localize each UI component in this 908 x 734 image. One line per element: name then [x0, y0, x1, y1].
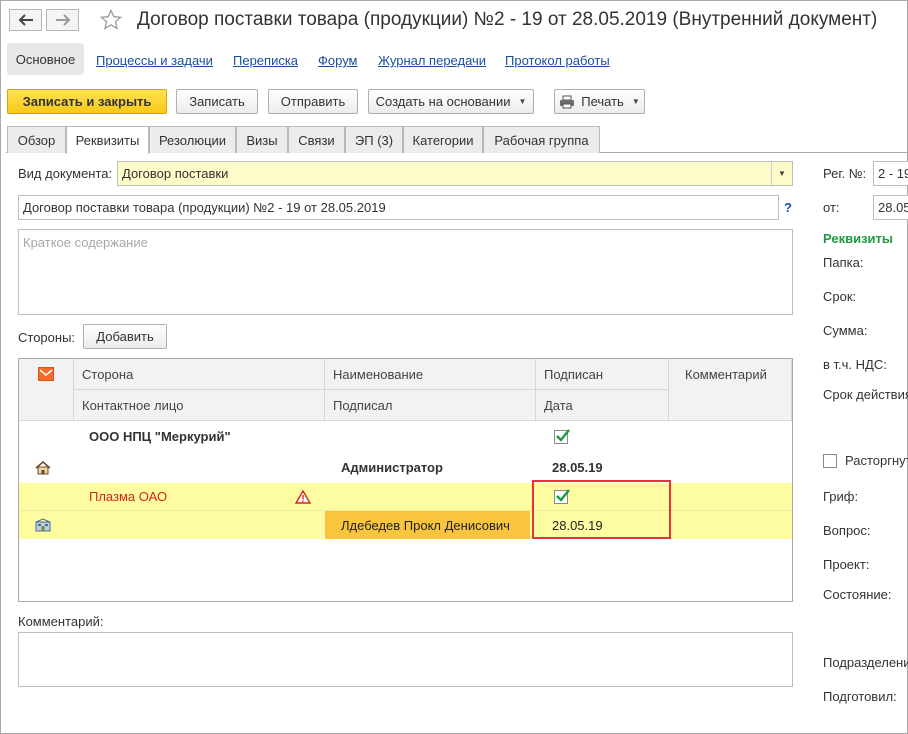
section-correspondence[interactable]: Переписка — [233, 53, 298, 68]
printer-icon — [560, 95, 575, 108]
doc-type-label: Вид документа: — [18, 166, 113, 181]
comment-textarea[interactable] — [18, 632, 793, 687]
project-label: Проект: — [823, 557, 870, 572]
party-name: Плазма ОАО — [89, 489, 168, 504]
reg-date-label: от: — [823, 200, 840, 215]
tab-requisites[interactable]: Реквизиты — [66, 126, 149, 154]
checkmark-icon — [556, 428, 570, 442]
tab-work-group[interactable]: Рабочая группа — [483, 126, 600, 153]
dropdown-arrow-icon: ▼ — [518, 97, 527, 106]
send-button[interactable]: Отправить — [268, 89, 358, 114]
reg-date-field[interactable]: 28.05 — [873, 195, 908, 220]
tab-signatures[interactable]: ЭП (3) — [345, 126, 403, 153]
summary-placeholder: Краткое содержание — [23, 235, 148, 250]
stamp-label: Гриф: — [823, 489, 859, 504]
requisites-group-title: Реквизиты — [823, 231, 893, 246]
section-forum[interactable]: Форум — [318, 53, 358, 68]
table-header-mark[interactable] — [19, 359, 74, 421]
terminated-label: Расторгнут — [845, 453, 908, 468]
summary-textarea[interactable]: Краткое содержание — [18, 229, 793, 315]
mail-check-icon — [38, 367, 54, 381]
tab-links[interactable]: Связи — [288, 126, 345, 153]
signer-name-cell[interactable]: Лдебедев Прокл Денисович — [325, 511, 530, 539]
favorite-star-icon[interactable] — [99, 8, 123, 31]
parties-table: Сторона Наименование Подписан Комментари… — [18, 358, 793, 602]
section-processes[interactable]: Процессы и задачи — [96, 53, 213, 68]
add-party-button[interactable]: Добавить — [83, 324, 167, 349]
question-label: Вопрос: — [823, 523, 871, 538]
back-button[interactable] — [9, 9, 42, 31]
company-building-icon — [27, 511, 51, 539]
department-label: Подразделение — [823, 655, 908, 670]
folder-label: Папка: — [823, 255, 864, 270]
header-signer[interactable]: Подписал — [325, 390, 536, 421]
signed-checkbox[interactable] — [546, 421, 570, 452]
header-contact[interactable]: Контактное лицо — [74, 390, 325, 421]
terminated-checkbox[interactable] — [823, 454, 837, 468]
arrow-right-icon — [55, 14, 70, 26]
vat-label: в т.ч. НДС: — [823, 357, 887, 372]
print-label: Печать — [581, 94, 624, 109]
sign-date: 28.05.19 — [552, 460, 603, 475]
window-title: Договор поставки товара (продукции) №2 -… — [137, 9, 878, 30]
create-based-on-button[interactable]: Создать на основании ▼ — [368, 89, 534, 114]
prepared-by-label: Подготовил: — [823, 689, 897, 704]
header-signed[interactable]: Подписан — [536, 359, 669, 390]
tab-visas[interactable]: Визы — [236, 126, 288, 153]
party-name: ООО НПЦ "Меркурий" — [89, 429, 231, 444]
highlight-frame — [532, 480, 671, 539]
header-party[interactable]: Сторона — [74, 359, 325, 390]
organization-icon — [27, 452, 51, 483]
reg-number-label: Рег. №: — [823, 166, 867, 181]
header-date[interactable]: Дата — [536, 390, 669, 421]
document-title-input[interactable]: Договор поставки товара (продукции) №2 -… — [18, 195, 779, 220]
section-transfer-journal[interactable]: Журнал передачи — [378, 53, 486, 68]
section-work-log[interactable]: Протокол работы — [505, 53, 610, 68]
tab-overview[interactable]: Обзор — [7, 126, 66, 153]
section-main[interactable]: Основное — [7, 43, 84, 75]
sum-label: Сумма: — [823, 323, 868, 338]
parties-label: Стороны: — [18, 330, 76, 345]
print-button[interactable]: Печать ▼ — [554, 89, 645, 114]
checkbox[interactable] — [554, 428, 570, 444]
dropdown-arrow-icon: ▼ — [631, 97, 640, 106]
tab-resolutions[interactable]: Резолюции — [149, 126, 236, 153]
table-row-selected[interactable]: Плазма ОАО Лдебедев Прокл Денисович 28.0… — [19, 483, 792, 539]
header-comment[interactable]: Комментарий — [669, 359, 792, 421]
create-based-on-label: Создать на основании — [375, 94, 511, 109]
signer-name: Администратор — [341, 460, 443, 475]
comment-label: Комментарий: — [18, 614, 104, 629]
state-label: Состояние: — [823, 587, 892, 602]
save-button[interactable]: Записать — [176, 89, 258, 114]
table-row[interactable]: ООО НПЦ "Меркурий" Администратор 28.05.1… — [19, 421, 792, 483]
arrow-left-icon — [18, 14, 33, 26]
save-and-close-button[interactable]: Записать и закрыть — [7, 89, 167, 114]
dropdown-arrow-icon[interactable]: ▼ — [771, 162, 792, 185]
header-name[interactable]: Наименование — [325, 359, 536, 390]
forward-button[interactable] — [46, 9, 79, 31]
doc-type-field[interactable]: Договор поставки ▼ — [117, 161, 793, 186]
reg-number-field[interactable]: 2 - 19 — [873, 161, 908, 186]
term-label: Срок: — [823, 289, 857, 304]
doc-type-value: Договор поставки — [122, 166, 229, 181]
validity-label: Срок действия — [823, 387, 908, 402]
tab-categories[interactable]: Категории — [403, 126, 483, 153]
warning-icon — [287, 483, 311, 510]
help-icon[interactable]: ? — [784, 200, 792, 215]
